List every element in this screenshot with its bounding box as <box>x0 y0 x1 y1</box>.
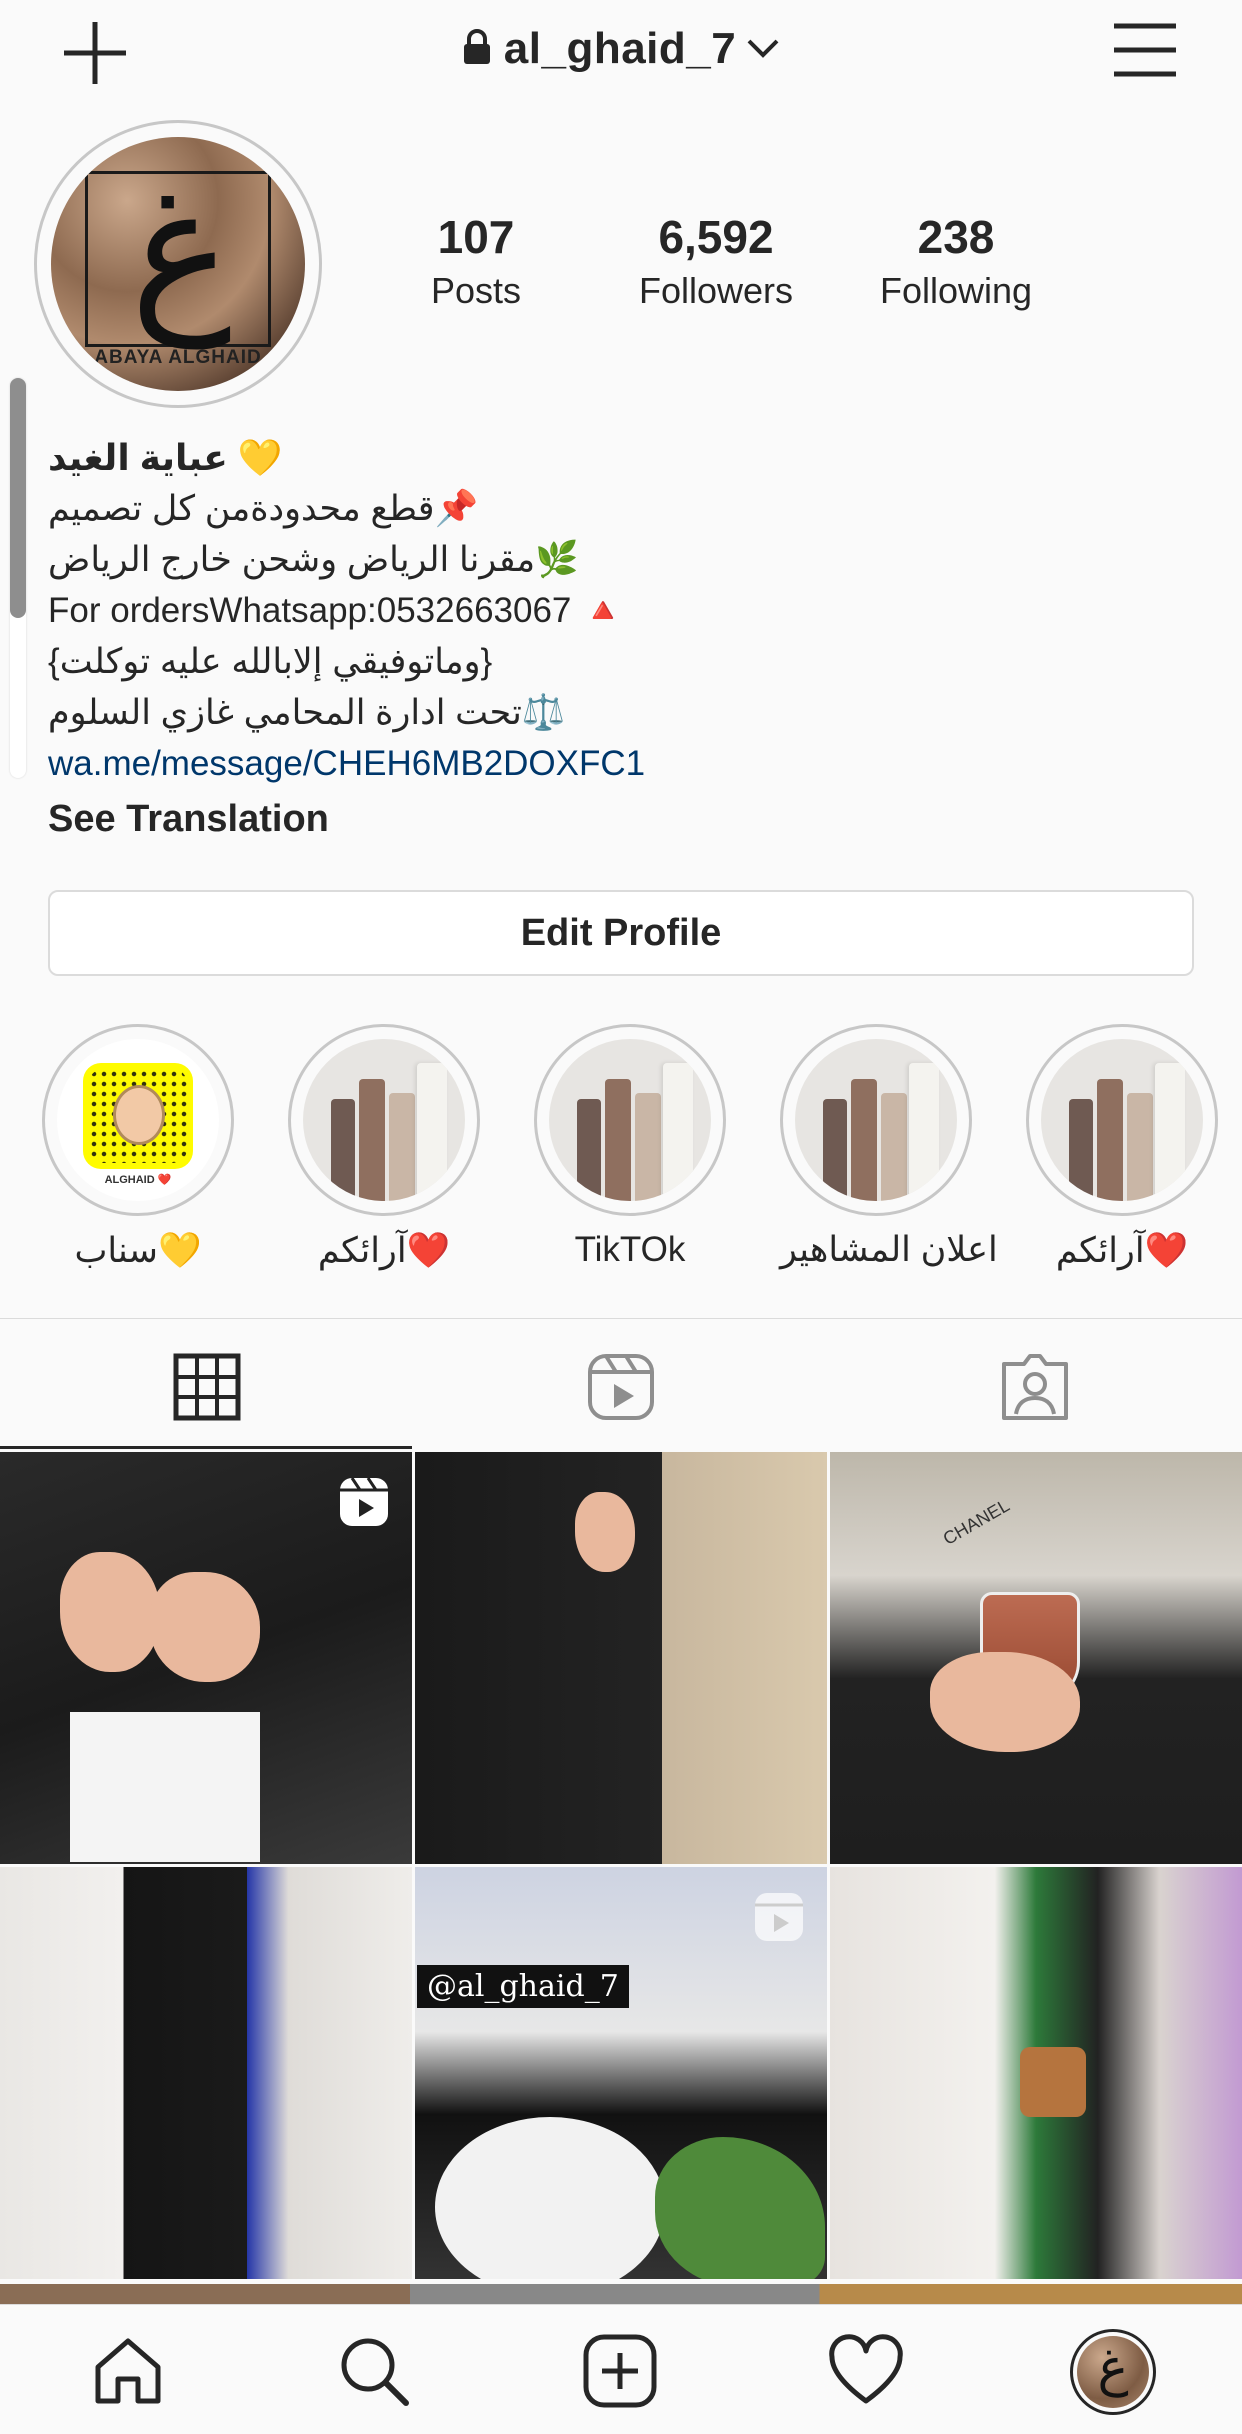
logo-brand-text: ABAYA ALGHAID <box>94 347 262 368</box>
reel-icon <box>340 1477 388 1526</box>
chevron-down-icon <box>747 39 779 59</box>
bitmoji-face <box>113 1085 165 1145</box>
stat-followers[interactable]: 6,592 Followers <box>606 210 826 312</box>
active-tab-indicator <box>0 1446 412 1449</box>
stat-label: Posts <box>430 270 522 311</box>
story-highlight[interactable]: آرائكم❤️ <box>1026 1024 1218 1271</box>
profile-avatar: غ ABAYA ALGHAID <box>51 137 305 391</box>
hand <box>575 1492 635 1572</box>
highlight-ring <box>780 1024 972 1216</box>
bio-line: تحت ادارة المحامي غازي السلوم⚖️ <box>48 693 566 732</box>
highlight-cover: ALGHAID ❤️ <box>57 1039 219 1201</box>
stat-value: 238 <box>917 211 995 263</box>
nav-home[interactable] <box>88 2331 168 2411</box>
stat-following[interactable]: 238 Following <box>846 210 1066 312</box>
highlight-cover <box>303 1039 465 1201</box>
highlight-label: اعلان المشاهير <box>780 1230 998 1269</box>
highlight-cover <box>1041 1039 1203 1201</box>
highlight-label: آرائكم❤️ <box>1055 1231 1189 1270</box>
bio-line: {وماتوفيقي إلابالله عليه توكلت} <box>48 642 493 681</box>
scrollbar[interactable] <box>10 378 26 778</box>
profile-avatar-ring[interactable]: غ ABAYA ALGHAID <box>34 120 322 408</box>
reel-icon <box>755 1893 803 1941</box>
profile-avatar-thumb: غ <box>1077 2336 1149 2408</box>
snapcode-label: ALGHAID ❤️ <box>104 1174 172 1186</box>
home-icon <box>95 2338 161 2404</box>
story-highlight[interactable]: آرائكم❤️ <box>288 1024 480 1271</box>
nav-new-post[interactable] <box>580 2331 660 2411</box>
post-thumbnail[interactable] <box>0 1867 412 2279</box>
highlight-cover <box>795 1039 957 1201</box>
white-pouf <box>435 2117 665 2279</box>
snapcode-card <box>83 1063 193 1169</box>
highlight-cover <box>549 1039 711 1201</box>
tab-grid[interactable] <box>0 1322 414 1448</box>
new-post-icon <box>583 2334 657 2408</box>
highlight-label: آرائكم❤️ <box>317 1231 451 1270</box>
lock-icon <box>463 29 490 65</box>
tab-tagged[interactable] <box>828 1322 1242 1448</box>
bag-brand-text: CHANEL <box>939 1495 1013 1549</box>
divider <box>0 1318 1242 1319</box>
highlight-ring <box>288 1024 480 1216</box>
post-thumbnail[interactable]: CHANEL <box>830 1452 1242 1864</box>
bio-line: قطع محدودةمن كل تصميم📌 <box>48 489 479 528</box>
menu-icon[interactable] <box>1112 22 1178 78</box>
stat-value: 6,592 <box>658 211 774 263</box>
edit-profile-button[interactable]: Edit Profile <box>48 890 1194 976</box>
tab-reels[interactable] <box>414 1322 828 1448</box>
username: al_ghaid_7 <box>503 24 737 73</box>
logo-glyph: غ <box>1097 2338 1129 2398</box>
bio-line: For ordersWhatsapp:0532663067 🔺 <box>48 591 625 630</box>
stat-posts[interactable]: 107 Posts <box>366 210 586 312</box>
bottom-nav: غ <box>0 2304 1242 2434</box>
search-icon <box>341 2338 409 2406</box>
post-overlay-text: @al_ghaid_7 <box>417 1965 629 2008</box>
highlight-label: TikTOk <box>574 1230 686 1269</box>
handbag <box>1020 2047 1086 2117</box>
profile-name: عباية الغيد 💛 <box>48 437 283 478</box>
shopping-bag <box>70 1712 260 1862</box>
post-thumbnail[interactable]: @al_ghaid_7 <box>415 1867 827 2279</box>
top-bar: al_ghaid_7 <box>0 0 1242 105</box>
stat-value: 107 <box>437 211 515 263</box>
highlight-ring <box>1026 1024 1218 1216</box>
logo-glyph: غ <box>130 151 232 349</box>
account-switcher[interactable]: al_ghaid_7 <box>0 24 1242 74</box>
next-posts-row <box>0 2284 1242 2304</box>
tagged-icon <box>1002 1354 1068 1420</box>
hand <box>150 1572 260 1682</box>
reels-icon <box>588 1354 654 1420</box>
stat-label: Following <box>879 270 1033 311</box>
nav-search[interactable] <box>334 2331 414 2411</box>
nav-activity[interactable] <box>826 2331 906 2411</box>
see-translation-link[interactable]: See Translation <box>48 798 329 841</box>
story-highlight[interactable]: ALGHAID ❤️ سناب💛 <box>42 1024 234 1271</box>
bio: عباية الغيد 💛 قطع محدودةمن كل تصميم📌 مقر… <box>48 432 1148 789</box>
highlight-label: سناب💛 <box>74 1231 202 1270</box>
story-highlight[interactable]: TikTOk <box>534 1024 726 1270</box>
plant-leaf <box>655 2137 825 2279</box>
scrollbar-thumb[interactable] <box>10 378 26 618</box>
nav-profile-avatar[interactable]: غ <box>1070 2329 1156 2415</box>
bio-line: مقرنا الرياض وشحن خارج الرياض🌿 <box>48 540 579 579</box>
post-thumbnail[interactable] <box>830 1867 1242 2279</box>
post-thumbnail[interactable] <box>0 1452 412 1864</box>
highlight-ring <box>534 1024 726 1216</box>
hand <box>930 1652 1080 1752</box>
activity-heart-icon <box>829 2334 903 2404</box>
highlight-ring: ALGHAID ❤️ <box>42 1024 234 1216</box>
stat-label: Followers <box>638 270 794 311</box>
post-thumbnail[interactable] <box>415 1452 827 1864</box>
grid-icon <box>173 1353 241 1421</box>
hand <box>60 1552 160 1672</box>
bio-link[interactable]: wa.me/message/CHEH6MB2DOXFC1 <box>48 738 1148 789</box>
story-highlight[interactable]: اعلان المشاهير <box>780 1024 998 1270</box>
